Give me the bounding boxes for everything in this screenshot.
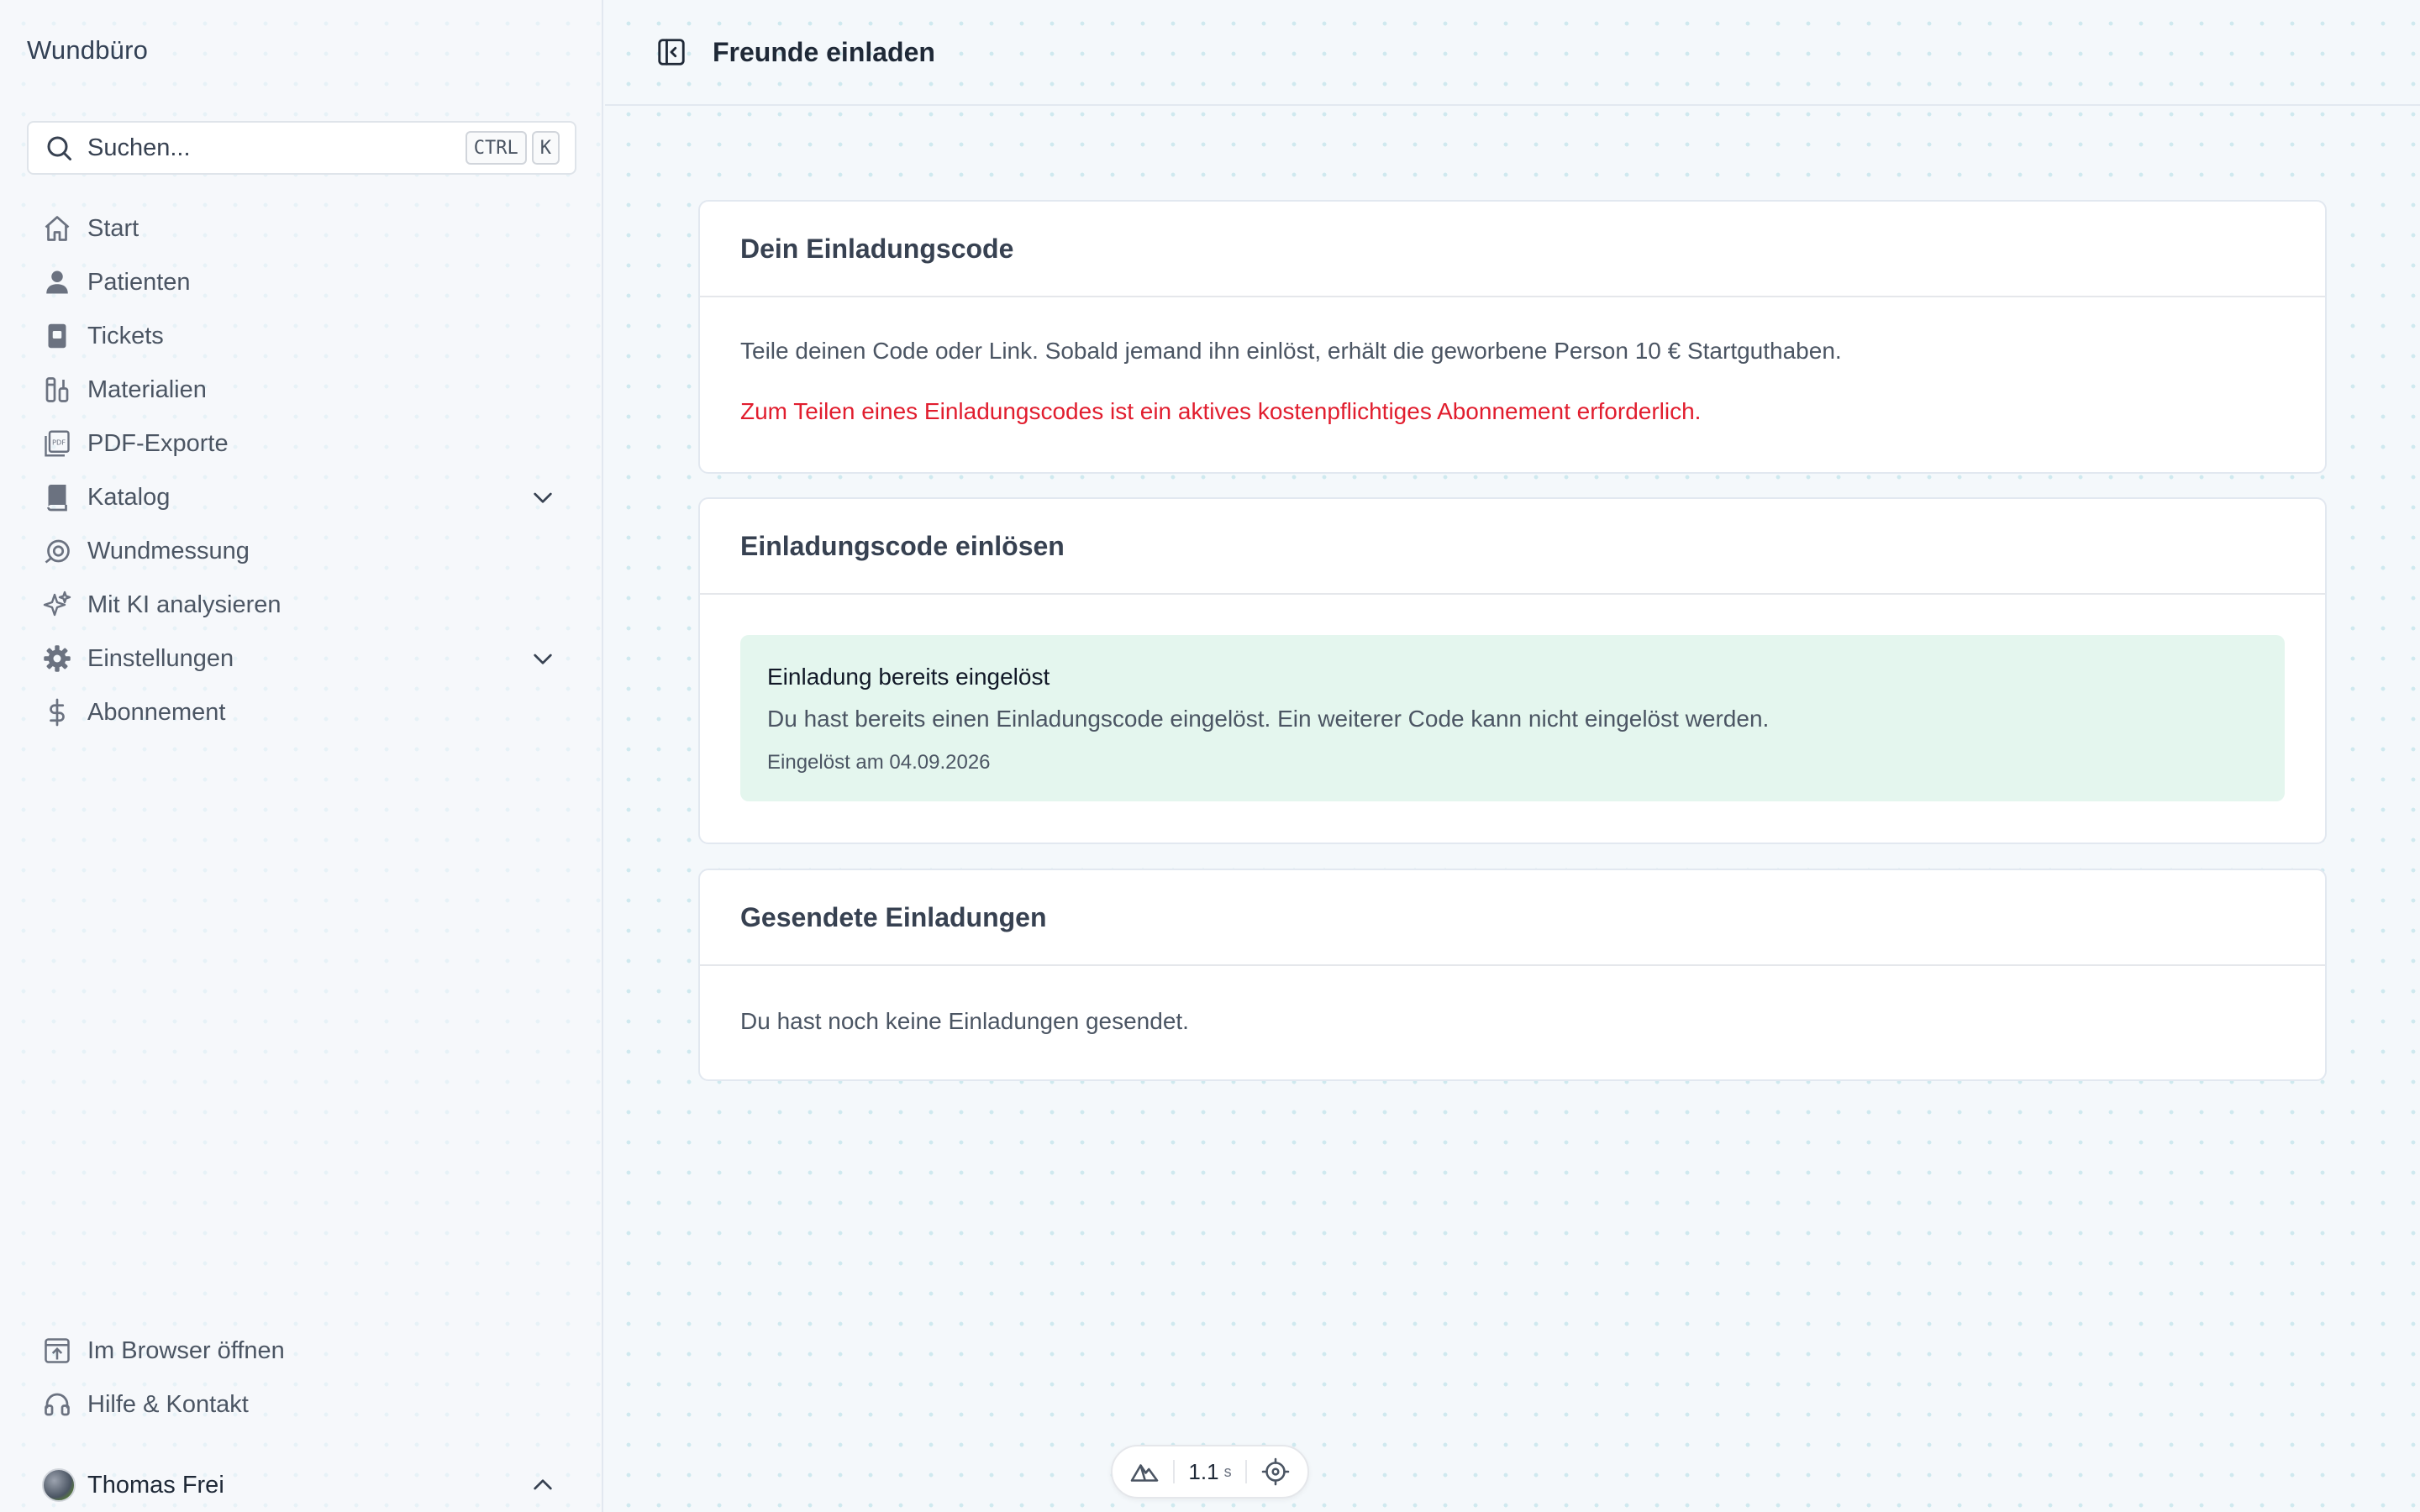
sidebar-item-start[interactable]: Start [42, 202, 571, 255]
sent-invitations-card: Gesendete Einladungen Du hast noch keine… [698, 869, 2327, 1081]
gear-icon [42, 643, 72, 674]
book-icon [42, 482, 72, 512]
sidebar-item-katalog[interactable]: Katalog [42, 470, 571, 524]
sidebar-item-pdf-exporte[interactable]: PDF PDF-Exporte [42, 417, 571, 470]
ticket-icon [42, 321, 72, 351]
chevron-down-icon[interactable] [529, 484, 556, 511]
shortcut-k-key: K [531, 131, 560, 165]
search-input[interactable]: Suchen... CTRL K [27, 121, 576, 175]
invite-code-card: Dein Einladungscode Teile deinen Code od… [698, 200, 2327, 474]
sidebar-item-abonnement[interactable]: Abonnement [42, 685, 571, 739]
user-icon [42, 267, 72, 297]
shortcut-ctrl-key: CTRL [465, 131, 527, 165]
sidebar: Wundbüro Suchen... CTRL K Start Patiente… [0, 0, 603, 1512]
sidebar-item-im-browser-oeffnen[interactable]: Im Browser öffnen [42, 1324, 571, 1378]
empty-state-text: Du hast noch keine Einladungen gesendet. [740, 1008, 1189, 1034]
pdf-icon: PDF [42, 428, 72, 459]
divider [1173, 1460, 1176, 1483]
user-menu[interactable]: Thomas Frei [42, 1458, 571, 1512]
open-browser-icon [42, 1336, 72, 1366]
chevron-down-icon[interactable] [529, 645, 556, 672]
subscription-required-error: Zum Teilen eines Einladungscodes ist ein… [740, 398, 1702, 424]
sidebar-toggle-icon[interactable] [655, 36, 687, 68]
sidebar-item-label: PDF-Exporte [87, 429, 229, 457]
search-placeholder: Suchen... [87, 134, 191, 161]
materials-icon [42, 375, 72, 405]
redeemed-date: Eingelöst am 04.09.2026 [767, 751, 991, 774]
sidebar-item-materialien[interactable]: Materialien [42, 363, 571, 417]
status-pill: 1.1 s [1111, 1445, 1309, 1499]
search-icon [47, 136, 71, 160]
sidebar-item-label: Start [87, 214, 139, 242]
invite-code-description: Teile deinen Code oder Link. Sobald jema… [740, 338, 1842, 364]
divider [1244, 1460, 1247, 1483]
headset-icon [42, 1389, 72, 1420]
sidebar-item-label: Abonnement [87, 698, 226, 726]
sidebar-item-label: Hilfe & Kontakt [87, 1390, 249, 1418]
mountain-icon[interactable] [1129, 1457, 1160, 1487]
card-title: Einladungscode einlösen [700, 499, 2325, 595]
sidebar-item-wundmessung[interactable]: Wundmessung [42, 524, 571, 578]
sidebar-item-label: Patienten [87, 268, 191, 296]
user-name: Thomas Frei [87, 1471, 224, 1499]
sidebar-nav: Start Patienten Tickets Materialien PDF … [42, 202, 571, 739]
sidebar-item-label: Wundmessung [87, 537, 250, 564]
redeem-code-card: Einladungscode einlösen Einladung bereit… [698, 497, 2327, 844]
sidebar-item-mit-ki-analysieren[interactable]: Mit KI analysieren [42, 578, 571, 632]
sidebar-item-patienten[interactable]: Patienten [42, 255, 571, 309]
sidebar-item-label: Im Browser öffnen [87, 1336, 285, 1364]
home-icon [42, 213, 72, 244]
sidebar-item-tickets[interactable]: Tickets [42, 309, 571, 363]
chevron-up-icon[interactable] [529, 1472, 556, 1499]
already-redeemed-notice: Einladung bereits eingelöst Du hast bere… [740, 635, 2285, 801]
notice-text: Du hast bereits einen Einladungscode ein… [767, 706, 1770, 732]
app-title: Wundbüro [27, 35, 149, 65]
sidebar-item-label: Mit KI analysieren [87, 591, 281, 618]
sidebar-item-label: Einstellungen [87, 644, 234, 672]
sidebar-bottom-nav: Im Browser öffnen Hilfe & Kontakt [42, 1324, 571, 1431]
sidebar-item-label: Materialien [87, 375, 207, 403]
sparkle-icon [42, 590, 72, 620]
crosshair-icon[interactable] [1260, 1457, 1291, 1487]
sidebar-item-einstellungen[interactable]: Einstellungen [42, 632, 571, 685]
measure-icon [42, 536, 72, 566]
timing-value: 1.1 [1188, 1458, 1219, 1484]
notice-title: Einladung bereits eingelöst [767, 664, 1050, 690]
dollar-icon [42, 697, 72, 727]
page-title: Freunde einladen [713, 36, 935, 67]
sidebar-item-label: Tickets [87, 322, 164, 349]
timing-unit: s [1223, 1462, 1232, 1480]
avatar [42, 1468, 76, 1502]
page-header: Freunde einladen [605, 0, 2420, 106]
svg-text:PDF: PDF [52, 438, 66, 447]
sidebar-item-hilfe-kontakt[interactable]: Hilfe & Kontakt [42, 1378, 571, 1431]
sidebar-item-label: Katalog [87, 483, 171, 511]
card-title: Gesendete Einladungen [700, 870, 2325, 966]
card-title: Dein Einladungscode [700, 202, 2325, 297]
